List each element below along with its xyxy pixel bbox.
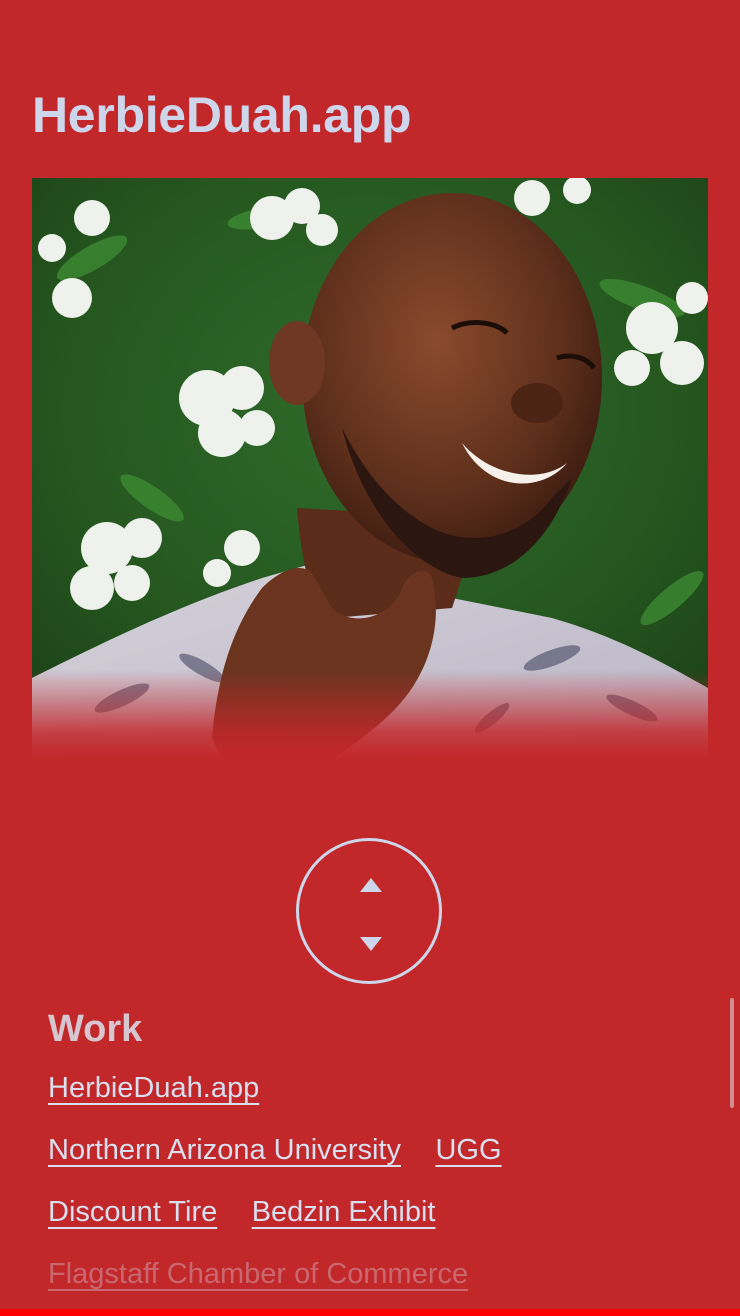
triangle-up-icon[interactable] (360, 878, 382, 892)
hero-fade (32, 670, 708, 760)
work-link-northern-arizona-university[interactable]: Northern Arizona University (48, 1130, 401, 1170)
hero-photo (32, 178, 708, 760)
work-row: Northern Arizona University UGG (48, 1130, 708, 1192)
work-link-herbieduah-app[interactable]: HerbieDuah.app (48, 1068, 259, 1108)
page: HerbieDuah.app Work HerbieDuah.app North… (0, 0, 740, 1316)
scrollbar[interactable] (730, 998, 734, 1108)
work-links: HerbieDuah.app Northern Arizona Universi… (48, 1068, 708, 1316)
site-title[interactable]: HerbieDuah.app (32, 88, 412, 143)
work-row: Discount Tire Bedzin Exhibit (48, 1192, 708, 1254)
work-link-ugg[interactable]: UGG (435, 1130, 501, 1170)
scroll-toggle-button[interactable] (296, 838, 442, 984)
work-link-bedzin-exhibit[interactable]: Bedzin Exhibit (252, 1192, 436, 1232)
work-heading: Work (48, 1008, 143, 1050)
work-link-discount-tire[interactable]: Discount Tire (48, 1192, 217, 1232)
work-row: Flagstaff Chamber of Commerce (48, 1254, 708, 1316)
work-row: HerbieDuah.app (48, 1068, 708, 1130)
bottom-edge-bar (0, 1309, 740, 1316)
work-link-flagstaff-chamber-of-commerce[interactable]: Flagstaff Chamber of Commerce (48, 1254, 468, 1294)
triangle-down-icon[interactable] (360, 937, 382, 951)
